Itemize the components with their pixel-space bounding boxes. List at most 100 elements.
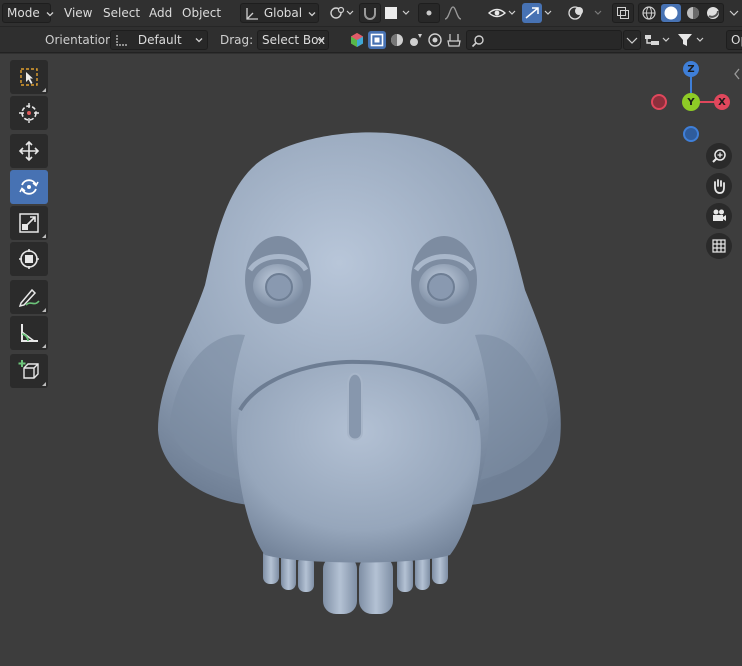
mesh-square-icon [370,33,383,47]
tool-add-cube[interactable] [10,354,48,388]
shading-mode-group [638,3,724,23]
menu-select[interactable]: Select [103,5,140,22]
3d-viewport[interactable]: Z Y X [0,54,742,666]
tool-scale[interactable] [10,206,48,240]
search-input[interactable] [487,32,617,48]
chevron-down-icon [195,38,203,43]
camera-view-button[interactable] [706,203,732,229]
sidebar-toggle-icon[interactable] [733,68,741,80]
sculpt-mesh-head [158,132,561,614]
gizmo-x-label: X [718,96,726,108]
light-filter-icon[interactable] [408,32,424,48]
solid-shading-button[interactable] [661,4,681,22]
xray-toggle[interactable] [612,3,634,23]
grid-icon [712,239,726,253]
orientation-label: Orientation: [45,33,117,47]
filter-dropdown[interactable] [675,30,707,50]
scale-icon [19,213,39,233]
drag-label: Drag: [220,33,254,47]
chevron-down-icon [626,37,638,44]
transform-icon [19,249,39,269]
falloff-curve-icon [444,6,462,20]
chevron-down-icon [729,10,739,16]
gizmo-arrow-icon [525,7,552,19]
viewport-header: Mode View Select Add Object Global [0,0,742,27]
snap-target-dropdown[interactable] [382,3,412,23]
curve-filter-icon[interactable] [389,32,405,48]
annotate-icon [18,288,40,308]
proportional-editing-toggle[interactable] [418,3,440,23]
zoom-icon [712,149,726,163]
tool-select-box[interactable] [10,60,48,94]
orientation-axes-icon [116,34,127,46]
chevron-down-icon [46,11,53,16]
menu-add[interactable]: Add [149,5,172,22]
mode-dropdown[interactable]: Mode [2,3,53,23]
tool-transform[interactable] [10,242,48,276]
orientation-value: Default [137,33,182,47]
search-icon [471,34,484,47]
rotate-icon [19,179,39,195]
transform-orientation-dropdown[interactable]: Global [240,3,319,23]
hand-icon [714,179,725,194]
transform-orientation-label: Global [263,6,303,20]
tool-annotate[interactable] [10,280,48,314]
orthographic-toggle-button[interactable] [706,233,732,259]
camera-filter-icon[interactable] [427,32,443,48]
search-field[interactable] [466,30,622,50]
magnet-icon [364,8,376,20]
hierarchy-dropdown[interactable] [642,30,672,50]
proportional-editing-icon [426,10,432,16]
move-icon [18,140,40,162]
gizmo-z-label: Z [687,63,695,75]
pan-button[interactable] [706,173,732,199]
falloff-dropdown[interactable] [441,3,471,23]
mode-label: Mode [7,6,40,20]
gizmo-negative-z-axis[interactable] [683,126,699,142]
options-button[interactable]: Op [726,30,742,50]
gizmo-y-axis[interactable]: Y [682,93,700,111]
snap-square-icon [385,7,410,19]
snap-toggle[interactable] [359,3,381,23]
menu-view[interactable]: View [64,5,92,22]
add-cube-icon [18,360,39,379]
other-filter-icon[interactable] [446,32,462,48]
object-type-icon[interactable] [349,32,365,48]
select-box-icon [20,68,38,86]
hierarchy-icon [645,35,670,45]
chevron-down-icon [308,11,316,16]
drag-value: Select Box [262,33,326,47]
pivot-point-icon [330,6,354,19]
gizmo-dropdown[interactable] [522,3,554,23]
drag-dropdown[interactable]: Select Box [257,30,329,50]
tool-cursor[interactable] [10,96,48,130]
pivot-point-dropdown[interactable] [326,3,356,23]
tool-measure[interactable] [10,316,48,350]
wireframe-shading-icon[interactable] [641,5,657,21]
selectability-filter-group [347,30,463,50]
overlays-dropdown[interactable] [566,3,606,23]
solid-shading-icon [664,6,678,20]
rendered-shading-icon[interactable] [705,5,721,21]
options-label: Op [731,33,742,47]
gizmo-negative-x-axis[interactable] [651,94,667,110]
overlays-icon [568,6,602,20]
orientation-dropdown[interactable]: Default [110,30,208,50]
mesh-filter-button[interactable] [367,31,386,49]
filter-options-dropdown[interactable] [623,30,641,50]
xray-icon [617,7,629,19]
shading-options-dropdown[interactable] [727,3,741,23]
eye-icon [487,8,516,18]
gizmo-z-axis[interactable]: Z [683,61,699,77]
gizmo-x-axis[interactable]: X [714,94,730,110]
chevron-down-icon [317,38,325,43]
funnel-icon [678,34,704,46]
gizmo-y-label: Y [687,96,695,108]
zoom-button[interactable] [706,143,732,169]
menu-object[interactable]: Object [182,5,221,22]
tool-rotate[interactable] [10,170,48,204]
tool-move[interactable] [10,134,48,168]
material-shading-icon[interactable] [685,5,701,21]
cursor-icon [19,103,39,123]
visibility-dropdown[interactable] [486,3,518,23]
